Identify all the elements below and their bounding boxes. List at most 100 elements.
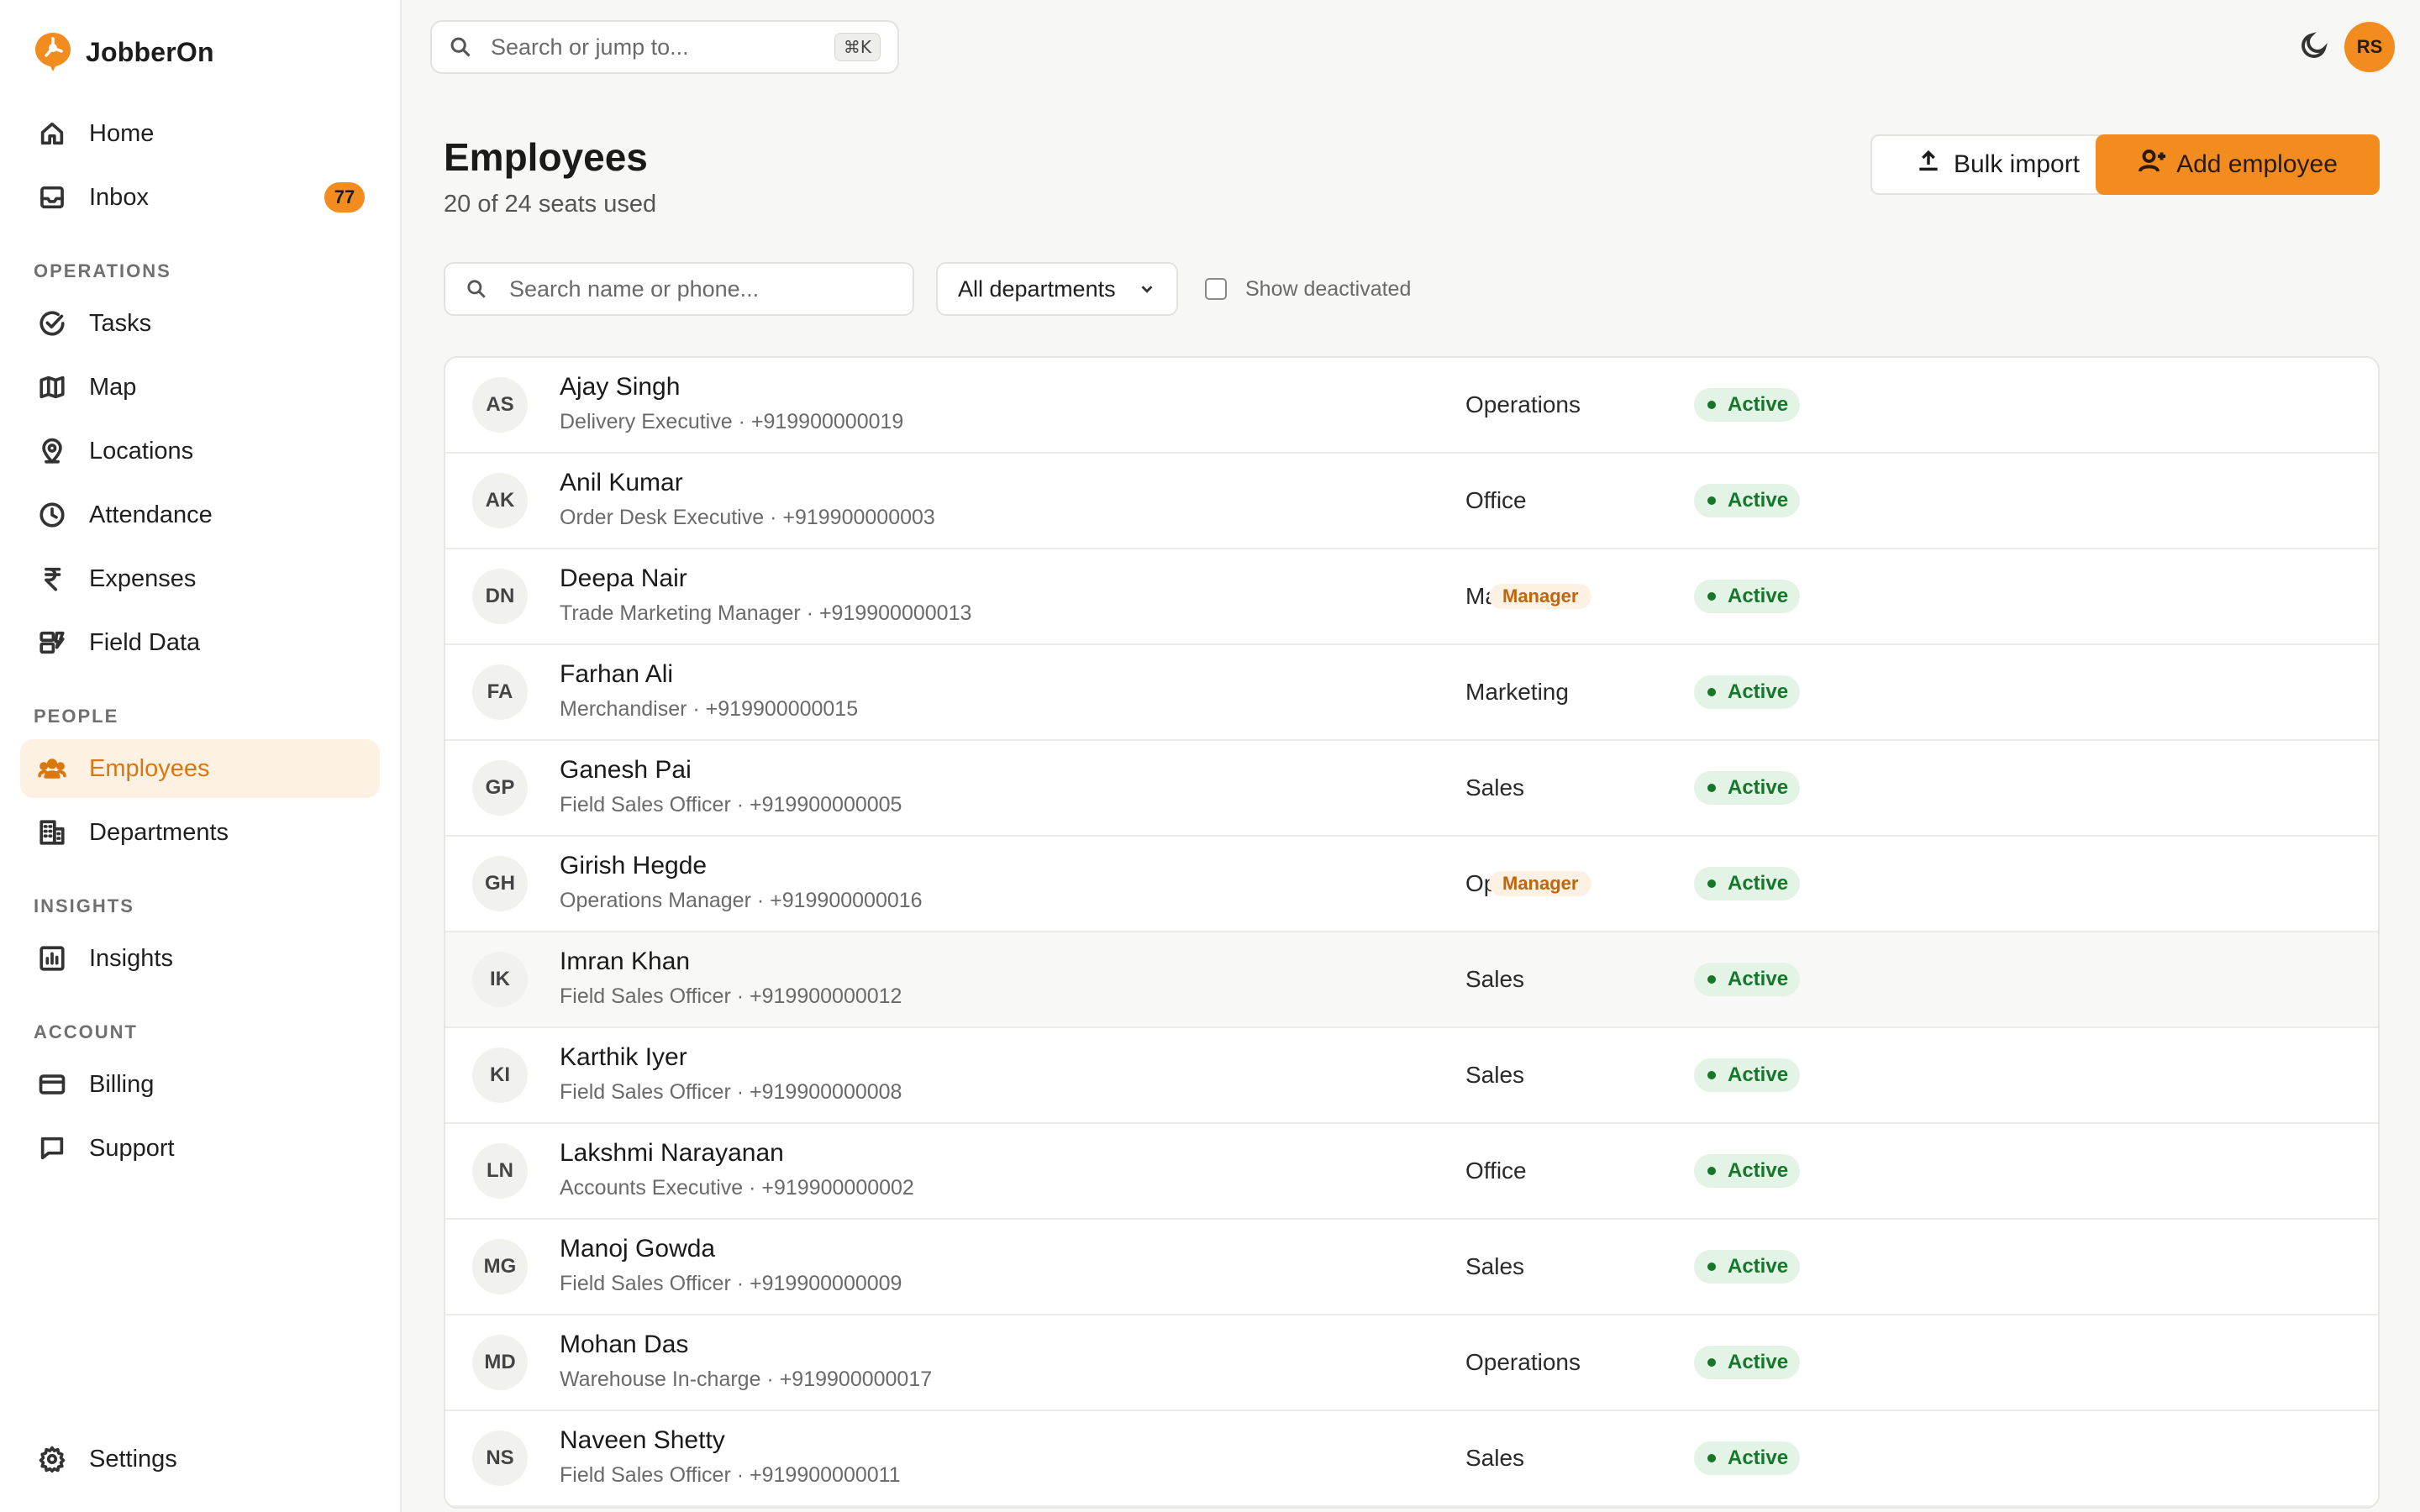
global-search-input[interactable]: Search or jump to... ⌘K — [430, 20, 899, 74]
sidebar-item-attendance[interactable]: Attendance — [20, 486, 380, 544]
employee-phone: +919900000005 — [750, 793, 902, 816]
sidebar-item-label: Employees — [89, 754, 210, 782]
employee-role: Field Sales Officer — [560, 1080, 731, 1104]
sidebar: JobberOn Home Inbox 77 OPERATIONS Tasks Map L… — [0, 0, 402, 1512]
employee-department: Sales — [1465, 966, 1525, 992]
sidebar-item-home[interactable]: Home — [20, 104, 380, 163]
status-label: Active — [1728, 968, 1789, 990]
employee-role: Merchandiser — [560, 697, 687, 721]
sidebar-item-inbox[interactable]: Inbox 77 — [20, 168, 380, 227]
employee-role: Field Sales Officer — [560, 1272, 731, 1295]
sidebar-item-label: Field Data — [89, 628, 201, 656]
employee-role-phone: Order Desk Executive · +919900000003 — [560, 506, 935, 530]
separator: · — [730, 984, 750, 1008]
status-label: Active — [1728, 1255, 1789, 1278]
theme-toggle-button[interactable] — [2299, 30, 2333, 64]
separator: · — [764, 506, 783, 529]
table-row[interactable]: GH Girish Hegde Operations Manager · +9199… — [445, 837, 2378, 932]
employee-role: Trade Marketing Manager — [560, 601, 801, 625]
employee-department: Sales — [1465, 1062, 1525, 1088]
sidebar-item-label: Insights — [89, 944, 173, 972]
brand[interactable]: JobberOn — [20, 0, 380, 104]
employee-role-phone: Delivery Executive · +919900000019 — [560, 410, 903, 434]
sidebar-item-support[interactable]: Support — [20, 1119, 380, 1178]
sidebar-item-expenses[interactable]: Expenses — [20, 549, 380, 608]
department-select[interactable]: All departments — [936, 262, 1178, 316]
department-select-value: All departments — [958, 276, 1116, 302]
sidebar-item-employees[interactable]: Employees — [20, 739, 380, 798]
shortcut-hint: ⌘K — [834, 33, 881, 61]
employee-department: Operations — [1465, 1349, 1581, 1375]
page-header: Employees 20 of 24 seats used Bulk impor… — [402, 94, 2420, 262]
employee-phone: +919900000009 — [750, 1272, 902, 1295]
table-row[interactable]: MD Mohan Das Warehouse In-charge · +919900… — [445, 1315, 2378, 1411]
employee-role-phone: Operations Manager · +919900000016 — [560, 889, 923, 913]
chevron-down-icon — [1141, 286, 1153, 293]
sidebar-item-field-data[interactable]: Field Data — [20, 613, 380, 672]
bulk-import-button[interactable]: Bulk import — [1870, 134, 2124, 195]
form-icon — [35, 626, 69, 659]
employee-department: Office — [1465, 487, 1527, 513]
table-row[interactable]: MG Manoj Gowda Field Sales Officer · +9199… — [445, 1220, 2378, 1315]
employee-phone: +919900000011 — [750, 1463, 901, 1487]
main-content: Search or jump to... ⌘K RS Employees 20 … — [402, 0, 2420, 1512]
sidebar-item-label: Settings — [89, 1445, 177, 1473]
employee-department: Sales — [1465, 1253, 1525, 1279]
status-badge: Active — [1694, 484, 1801, 517]
sidebar-item-tasks[interactable]: Tasks — [20, 294, 380, 353]
employee-name: Lakshmi Narayanan — [560, 1139, 784, 1167]
employee-phone: +919900000003 — [782, 506, 935, 529]
employee-search-input[interactable]: Search name or phone... — [444, 262, 914, 316]
employee-name: Deepa Nair — [560, 564, 687, 592]
show-deactivated-checkbox[interactable] — [1205, 278, 1227, 300]
sidebar-item-map[interactable]: Map — [20, 358, 380, 417]
employee-role-phone: Field Sales Officer · +919900000012 — [560, 984, 902, 1009]
sidebar-item-departments[interactable]: Departments — [20, 803, 380, 862]
employee-role-phone: Field Sales Officer · +919900000011 — [560, 1463, 901, 1488]
clock-icon — [35, 498, 69, 532]
table-row[interactable]: GP Ganesh Pai Field Sales Officer · +91990… — [445, 741, 2378, 837]
table-row[interactable]: AS Ajay Singh Delivery Executive · +919900… — [445, 358, 2378, 454]
employee-avatar: AK — [472, 473, 528, 528]
topbar: Search or jump to... ⌘K RS — [402, 0, 2420, 94]
status-badge: Active — [1694, 1250, 1801, 1284]
sidebar-item-label: Home — [89, 119, 155, 147]
status-dot — [1707, 592, 1716, 601]
employee-avatar: FA — [472, 664, 528, 720]
sidebar-item-settings[interactable]: Settings — [20, 1430, 380, 1488]
sidebar-item-label: Tasks — [89, 309, 152, 337]
table-row[interactable]: FA Farhan Ali Merchandiser · +919900000015… — [445, 645, 2378, 741]
sidebar-item-locations[interactable]: Locations — [20, 422, 380, 480]
employees-table: AS Ajay Singh Delivery Executive · +919900… — [444, 356, 2380, 1509]
status-label: Active — [1728, 489, 1789, 512]
status-badge: Active — [1694, 771, 1801, 805]
employee-phone: +919900000015 — [705, 697, 859, 721]
table-row[interactable]: NS Naveen Shetty Field Sales Officer · +91… — [445, 1411, 2378, 1507]
table-row[interactable]: DN Deepa Nair Trade Marketing Manager · +9… — [445, 549, 2378, 645]
table-row[interactable]: AK Anil Kumar Order Desk Executive · +9199… — [445, 454, 2378, 549]
add-employee-label: Add employee — [2176, 150, 2338, 178]
employee-role: Accounts Executive — [560, 1176, 744, 1200]
employee-avatar: AS — [472, 377, 528, 433]
user-avatar[interactable]: RS — [2344, 22, 2395, 72]
employee-role: Field Sales Officer — [560, 984, 731, 1008]
sidebar-item-billing[interactable]: Billing — [20, 1055, 380, 1114]
separator: · — [730, 1272, 750, 1295]
separator: · — [800, 601, 819, 625]
table-row[interactable]: LN Lakshmi Narayanan Accounts Executive · … — [445, 1124, 2378, 1220]
manager-badge: Manager — [1489, 584, 1592, 609]
add-employee-button[interactable]: Add employee — [2096, 134, 2380, 195]
show-deactivated-toggle[interactable]: Show deactivated — [1205, 277, 1411, 302]
employee-avatar: GH — [472, 856, 528, 911]
employee-name: Farhan Ali — [560, 660, 674, 688]
sidebar-item-insights[interactable]: Insights — [20, 929, 380, 988]
employee-phone: +919900000008 — [750, 1080, 902, 1104]
table-row[interactable]: IK Imran Khan Field Sales Officer · +91990… — [445, 932, 2378, 1028]
sidebar-item-label: Billing — [89, 1070, 155, 1098]
table-row[interactable]: KI Karthik Iyer Field Sales Officer · +919… — [445, 1028, 2378, 1124]
employee-name: Karthik Iyer — [560, 1043, 687, 1071]
credit-card-icon — [35, 1068, 69, 1101]
sidebar-item-label: Inbox — [89, 183, 149, 211]
search-icon — [450, 37, 471, 57]
sidebar-item-label: Support — [89, 1134, 175, 1162]
